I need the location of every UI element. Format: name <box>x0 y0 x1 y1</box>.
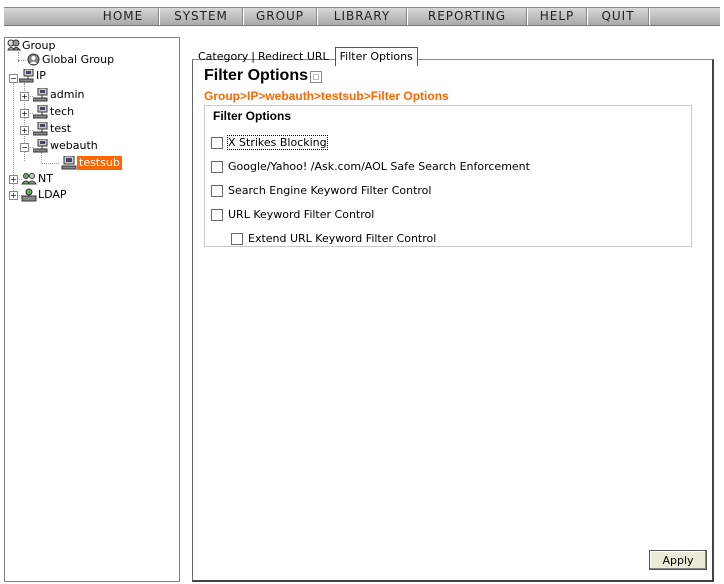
tree-item-nt[interactable]: NT <box>21 172 53 186</box>
option-safe-search[interactable]: Google/Yahoo! /Ask.com/AOL Safe Search E… <box>211 160 530 173</box>
url-keyword-checkbox[interactable] <box>211 209 223 221</box>
menu-help[interactable]: HELP <box>528 8 586 25</box>
menu-quit[interactable]: QUIT <box>588 8 648 25</box>
tree-label-global-group: Global Group <box>42 53 115 66</box>
option-url-keyword[interactable]: URL Keyword Filter Control <box>211 208 374 221</box>
collapse-webauth-icon[interactable]: − <box>20 143 29 152</box>
users-icon <box>21 173 37 185</box>
filter-options-fieldset <box>204 105 692 247</box>
tree-label-group: Group <box>22 39 56 52</box>
tree-label-webauth: webauth <box>50 139 98 152</box>
expand-nt-icon[interactable]: + <box>9 175 18 184</box>
tree-label-testsub: testsub <box>77 156 122 170</box>
network-computer-icon <box>18 68 34 83</box>
extend-url-keyword-label: Extend URL Keyword Filter Control <box>248 232 437 245</box>
network-computer-icon <box>32 121 48 136</box>
directory-icon <box>21 188 37 202</box>
filter-options-legend: Filter Options <box>210 109 294 123</box>
tree-item-global-group[interactable]: Global Group <box>27 53 114 67</box>
menu-system[interactable]: SYSTEM <box>160 8 242 25</box>
breadcrumb: Group>IP>webauth>testsub>Filter Options <box>204 89 449 103</box>
tree-label-test: test <box>50 122 72 135</box>
network-computer-icon <box>32 104 48 119</box>
page-title: Filter Options <box>204 67 308 84</box>
tab-divider: | <box>251 50 255 63</box>
menu-separator <box>648 8 650 25</box>
tree-label-ip: IP <box>36 69 46 82</box>
menu-group[interactable]: GROUP <box>244 8 316 25</box>
expand-ldap-icon[interactable]: + <box>9 191 18 200</box>
extend-url-keyword-checkbox[interactable] <box>231 233 243 245</box>
tab-bar: Category | Redirect URL Filter Options <box>198 47 418 66</box>
tree-item-test[interactable]: test <box>32 121 72 136</box>
computer-icon <box>61 155 77 170</box>
option-x-strikes[interactable]: X Strikes Blocking <box>211 135 328 150</box>
tab-category[interactable]: Category <box>198 50 248 63</box>
top-menu-bar: HOME SYSTEM GROUP LIBRARY REPORTING HELP… <box>0 0 724 31</box>
tree-item-ldap[interactable]: LDAP <box>21 188 67 202</box>
tree-item-group[interactable]: Group <box>7 39 56 53</box>
tree-connector <box>41 163 59 164</box>
tab-redirect-url[interactable]: Redirect URL <box>258 50 329 63</box>
collapse-ip-icon[interactable]: − <box>9 74 18 83</box>
tree-label-tech: tech <box>50 105 75 118</box>
page-title-row: Filter Options <box>204 67 322 85</box>
tree-item-tech[interactable]: tech <box>32 104 75 119</box>
tab-filter-options[interactable]: Filter Options <box>334 47 418 66</box>
tree-label-admin: admin <box>50 88 85 101</box>
group-tree-panel: Group Global Group − IP + admin + tech + <box>4 37 180 582</box>
tree-item-admin[interactable]: admin <box>32 87 85 102</box>
apply-button[interactable]: Apply <box>649 550 707 570</box>
network-computer-icon <box>32 138 48 153</box>
menu-home[interactable]: HOME <box>88 8 158 25</box>
safe-search-checkbox[interactable] <box>211 161 223 173</box>
option-search-engine-keyword[interactable]: Search Engine Keyword Filter Control <box>211 184 431 197</box>
expand-admin-icon[interactable]: + <box>20 92 29 101</box>
x-strikes-checkbox[interactable] <box>211 137 223 149</box>
expand-tech-icon[interactable]: + <box>20 109 29 118</box>
menu-library[interactable]: LIBRARY <box>318 8 406 25</box>
tree-item-webauth[interactable]: webauth <box>32 138 98 153</box>
tree-label-ldap: LDAP <box>38 188 67 201</box>
help-icon[interactable] <box>310 71 322 83</box>
tree-connector <box>18 60 26 61</box>
menu-reporting[interactable]: REPORTING <box>408 8 526 25</box>
option-extend-url-keyword[interactable]: Extend URL Keyword Filter Control <box>231 232 436 245</box>
search-engine-keyword-checkbox[interactable] <box>211 185 223 197</box>
tree-item-ip[interactable]: IP <box>18 68 46 83</box>
main-content: Category | Redirect URL Filter Options Fil… <box>190 37 720 582</box>
group-icon <box>7 39 22 51</box>
expand-test-icon[interactable]: + <box>20 126 29 135</box>
x-strikes-label: X Strikes Blocking <box>227 135 328 150</box>
search-engine-keyword-label: Search Engine Keyword Filter Control <box>228 184 432 197</box>
network-computer-icon <box>32 87 48 102</box>
url-keyword-label: URL Keyword Filter Control <box>228 208 375 221</box>
tree-item-testsub[interactable]: testsub <box>61 155 122 170</box>
tree-label-nt: NT <box>38 172 53 185</box>
globe-icon <box>27 53 40 66</box>
safe-search-label: Google/Yahoo! /Ask.com/AOL Safe Search E… <box>228 160 530 173</box>
